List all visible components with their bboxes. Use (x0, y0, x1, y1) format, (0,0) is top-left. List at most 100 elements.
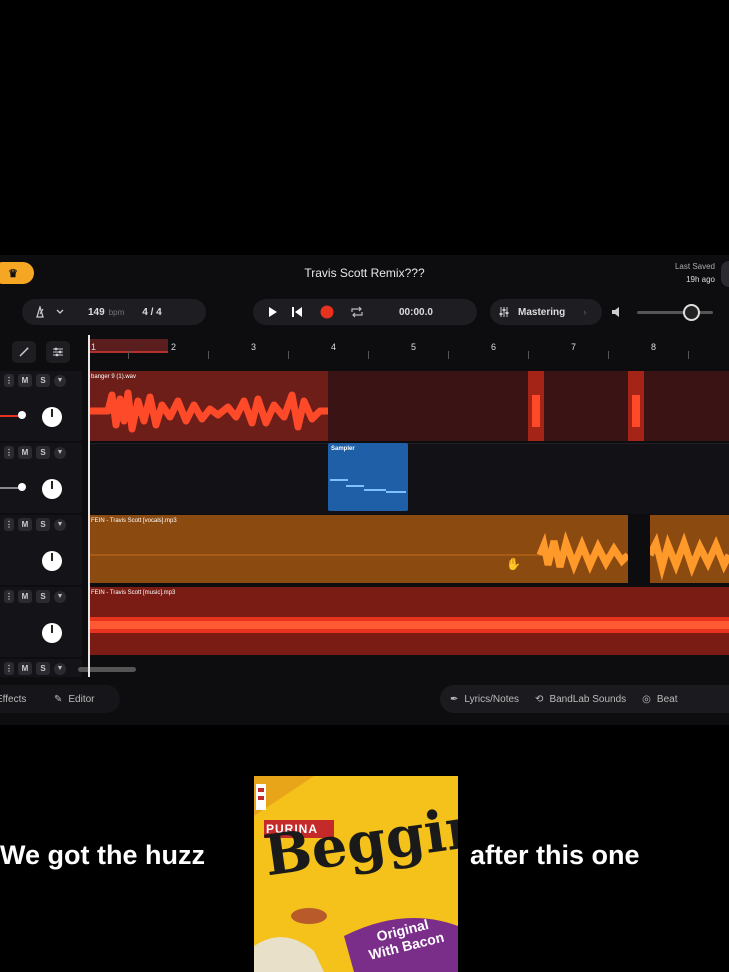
last-saved-status: Last Saved 19h ago (675, 260, 715, 286)
last-saved-value: 19h ago (686, 275, 715, 284)
bar-number: 6 (491, 342, 497, 352)
track-header-3: ⋮ M S ▼ (0, 515, 82, 585)
audio-clip[interactable] (528, 371, 544, 441)
mixer-sliders-icon (494, 302, 514, 322)
pan-knob[interactable] (42, 551, 62, 571)
mute-button[interactable]: M (18, 518, 32, 531)
playback-group: 00:00.0 (253, 299, 477, 325)
track-header-2: ⋮ M S ▼ (0, 443, 82, 513)
track-controls: ⋮ M S ▼ (0, 446, 66, 459)
product-image: PURINA Beggin' Original With Bacon (254, 776, 458, 972)
track-header-1: ⋮ M S ▼ (0, 371, 82, 441)
time-signature[interactable]: 4 / 4 (142, 307, 161, 318)
mute-button[interactable]: M (18, 446, 32, 459)
fader-handle[interactable] (18, 483, 26, 491)
audio-clip[interactable] (628, 371, 644, 441)
pan-knob[interactable] (42, 407, 62, 427)
timeline-ruler[interactable]: 1 2 3 4 5 6 7 8 (88, 337, 729, 359)
track-controls: ⋮ M S ▼ (0, 518, 66, 531)
bar-number: 1 (91, 342, 97, 352)
playhead[interactable] (88, 335, 90, 677)
solo-button[interactable]: S (36, 590, 50, 603)
bar-number: 5 (411, 342, 417, 352)
empty-lane[interactable] (88, 443, 729, 514)
horizontal-scrollbar[interactable] (78, 667, 136, 672)
bar-number: 7 (571, 342, 577, 352)
editor-label: Editor (68, 693, 95, 705)
bandlab-sounds-icon[interactable]: ⟲ (535, 694, 543, 705)
drag-handle-icon[interactable]: ⋮ (4, 374, 14, 387)
chevron-down-icon[interactable]: ▼ (54, 662, 66, 675)
chevron-down-icon[interactable]: ▼ (54, 374, 66, 387)
lyrics-label[interactable]: Lyrics/Notes (464, 694, 519, 705)
solo-button[interactable]: S (36, 446, 50, 459)
audio-clip[interactable]: FEIN - Travis Scott [music].mp3 (88, 587, 729, 655)
volume-knob[interactable] (682, 304, 700, 321)
project-title[interactable]: Travis Scott Remix??? (0, 266, 729, 280)
track-area: 1 2 3 4 5 6 7 8 ⋮ M S ▼ banger 9 (1).wav… (0, 335, 729, 677)
bar-number: 3 (251, 342, 257, 352)
bar-number: 8 (651, 342, 657, 352)
automation-pen-icon[interactable] (12, 341, 36, 363)
audio-clip[interactable]: banger 9 (1).wav (88, 371, 328, 441)
chevron-right-icon: › (583, 307, 587, 317)
chevron-down-icon[interactable]: ▼ (54, 446, 66, 459)
caption-left: We got the huzz (0, 840, 205, 870)
solo-button[interactable]: S (36, 374, 50, 387)
feather-icon[interactable]: ✒ (450, 694, 458, 705)
tempo-value: 149 (88, 306, 105, 318)
metronome-icon[interactable] (30, 302, 50, 322)
volume-track[interactable] (637, 311, 713, 314)
editor-button[interactable]: ✎ Editor (44, 685, 120, 713)
track-controls: ⋮ M S ▼ (0, 590, 66, 603)
bottom-toolbar: Effects ✎ Editor ✒ Lyrics/Notes ⟲ BandLa… (0, 683, 729, 719)
chevron-down-icon[interactable] (50, 302, 70, 322)
effects-label: Effects (0, 693, 27, 705)
top-bar: ♛ Travis Scott Remix??? Last Saved 19h a… (0, 255, 729, 293)
pencil-icon: ✎ (54, 693, 63, 705)
tempo-display[interactable]: 149 bpm (88, 307, 124, 318)
solo-button[interactable]: S (36, 518, 50, 531)
beat-label[interactable]: Beat (657, 694, 678, 705)
drag-handle-icon[interactable]: ⋮ (4, 590, 14, 603)
drag-handle-icon[interactable]: ⋮ (4, 662, 14, 675)
mastering-button[interactable]: Mastering › (490, 299, 602, 325)
hand-cursor-icon: ✋ (506, 557, 521, 571)
save-button[interactable] (721, 261, 729, 287)
audio-clip[interactable]: FEIN - Travis Scott [vocals].mp3 ✋ (88, 515, 628, 583)
chevron-down-icon[interactable]: ▼ (54, 590, 66, 603)
track-settings-icon[interactable] (46, 341, 70, 363)
last-saved-label: Last Saved (674, 262, 715, 271)
bar-number: 2 (171, 342, 177, 352)
master-volume[interactable] (607, 299, 717, 325)
track-header-4: ⋮ M S ▼ (0, 587, 82, 657)
daw-window: ♛ Travis Scott Remix??? Last Saved 19h a… (0, 255, 729, 725)
pan-knob[interactable] (42, 623, 62, 643)
speaker-icon[interactable] (607, 302, 627, 322)
track-controls: ⋮ M S ▼ (0, 374, 66, 387)
chevron-down-icon[interactable]: ▼ (54, 518, 66, 531)
fader-handle[interactable] (18, 411, 26, 419)
track-controls: ⋮ M S ▼ (0, 662, 66, 675)
loop-icon[interactable] (347, 302, 367, 322)
drag-handle-icon[interactable]: ⋮ (4, 446, 14, 459)
bar-number: 4 (331, 342, 337, 352)
track-tools (0, 341, 82, 365)
caption-right: after this one (470, 840, 640, 870)
mute-button[interactable]: M (18, 662, 32, 675)
play-button[interactable] (263, 302, 283, 322)
solo-button[interactable]: S (36, 662, 50, 675)
audio-clip[interactable] (650, 515, 729, 583)
bandlab-sounds-label[interactable]: BandLab Sounds (549, 694, 626, 705)
record-button[interactable] (317, 302, 337, 322)
mute-button[interactable]: M (18, 374, 32, 387)
tempo-group: 149 bpm 4 / 4 (22, 299, 206, 325)
skip-back-button[interactable] (287, 302, 307, 322)
midi-clip[interactable]: Sampler (328, 443, 408, 511)
transport-bar: 149 bpm 4 / 4 00:00.0 Mastering › (0, 297, 729, 327)
right-tools-group: ✒ Lyrics/Notes ⟲ BandLab Sounds ◎ Beat (440, 685, 729, 713)
pan-knob[interactable] (42, 479, 62, 499)
drag-handle-icon[interactable]: ⋮ (4, 518, 14, 531)
beat-icon[interactable]: ◎ (642, 694, 651, 705)
mute-button[interactable]: M (18, 590, 32, 603)
